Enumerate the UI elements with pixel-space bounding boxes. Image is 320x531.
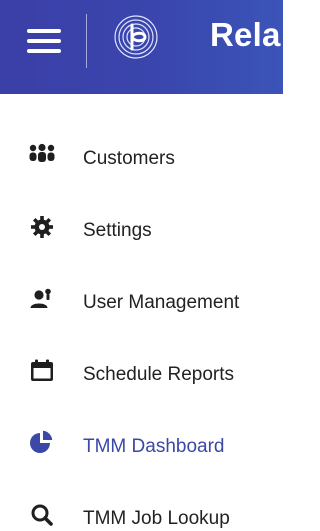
sidebar-item-label: TMM Dashboard (83, 436, 225, 457)
sidebar-item-tmm-job-lookup[interactable]: TMM Job Lookup (0, 480, 283, 531)
sidebar-menu: Customers Settings User Management Sched… (0, 120, 283, 531)
sidebar-item-label: Schedule Reports (83, 364, 235, 385)
brand-logo-icon (114, 15, 158, 59)
header-divider (86, 14, 87, 68)
gear-icon (31, 216, 53, 238)
users-group-icon (29, 143, 55, 162)
sidebar-item-user-management[interactable]: User Management (0, 264, 283, 336)
sidebar-item-tmm-dashboard[interactable]: TMM Dashboard (0, 408, 283, 480)
search-icon (31, 504, 53, 526)
hamburger-line (27, 39, 61, 43)
user-management-icon (30, 288, 51, 308)
sidebar-item-label: User Management (83, 292, 240, 313)
sidebar-item-label: Customers (83, 148, 175, 169)
sidebar-item-label: TMM Job Lookup (83, 508, 230, 529)
sidebar-item-settings[interactable]: Settings (0, 192, 283, 264)
sidebar-item-customers[interactable]: Customers (0, 120, 283, 192)
top-app-bar: Rela (0, 0, 283, 94)
hamburger-icon[interactable] (25, 22, 65, 60)
sidebar-item-label: Settings (83, 220, 152, 241)
calendar-icon (31, 359, 53, 381)
hamburger-line (27, 29, 61, 33)
pie-chart-icon (30, 430, 53, 453)
app-title: Rela (210, 16, 281, 53)
sidebar-item-schedule-reports[interactable]: Schedule Reports (0, 336, 283, 408)
hamburger-line (27, 49, 61, 53)
app-shell: Rela Customers Settings User Management … (0, 0, 283, 531)
